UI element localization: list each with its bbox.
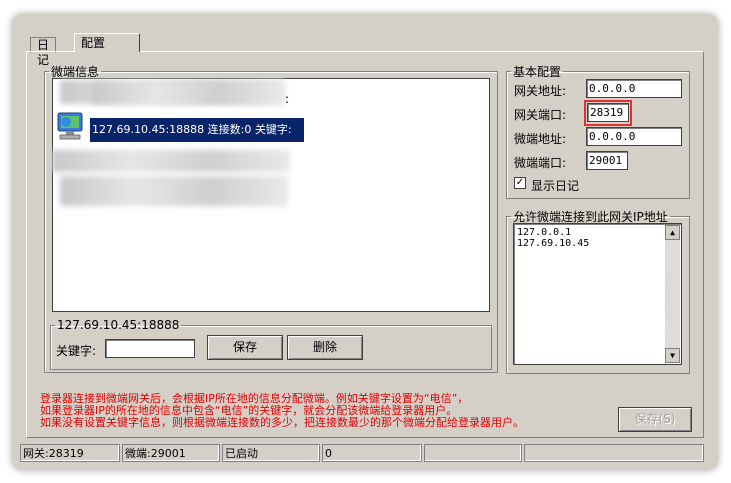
basic-config-legend: 基本配置 <box>513 65 562 79</box>
scroll-down-icon[interactable]: ▼ <box>665 348 680 363</box>
micro-address-label: 微端地址: <box>514 132 567 146</box>
allowed-ips-textarea[interactable]: 127.0.0.1 127.69.10.45 ▲ ▼ <box>513 223 682 365</box>
note-line-3: 如果没有设置关键字信息，则根据微端连接数的多少，把连接数最少的那个微端分配给登录… <box>40 416 524 429</box>
show-log-label: 显示日记 <box>531 179 580 193</box>
computer-icon <box>57 112 83 140</box>
blurred-list-item[interactable] <box>52 150 290 172</box>
micro-port-label: 微端端口: <box>514 156 567 170</box>
tab-config[interactable]: 配置 <box>74 33 140 52</box>
keyword-label: 关键字: <box>56 344 97 358</box>
status-state: 已启动 <box>222 444 320 462</box>
status-micro: 微端:29001 <box>122 444 220 462</box>
status-empty-2 <box>524 444 704 462</box>
status-gateway: 网关:28319 <box>20 444 120 462</box>
micro-list-selected-item[interactable]: 127.69.10.45:18888 连接数:0 关键字: <box>90 118 304 142</box>
micro-address-input[interactable]: 0.0.0.0 <box>586 127 682 146</box>
status-empty-1 <box>424 444 522 462</box>
blurred-list-item-text <box>92 82 284 104</box>
gateway-address-input[interactable]: 0.0.0.0 <box>586 79 682 98</box>
status-count: 0 <box>322 444 422 462</box>
allowed-ip-line: 127.0.0.1 <box>517 227 572 238</box>
gateway-port-label: 网关端口: <box>514 108 567 122</box>
list-item-colon: : <box>285 92 290 106</box>
blurred-list-item[interactable] <box>60 176 288 206</box>
save-keyword-button[interactable]: 保存 <box>207 335 283 360</box>
gateway-address-label: 网关地址: <box>514 84 567 98</box>
gateway-port-highlight <box>584 100 632 126</box>
delete-button[interactable]: 删除 <box>287 335 363 360</box>
micro-edit-legend: 127.69.10.45:18888 <box>57 318 180 332</box>
scroll-up-icon[interactable]: ▲ <box>665 225 680 240</box>
allowed-ip-line: 127.69.10.45 <box>517 238 590 249</box>
save-config-button[interactable]: 保存(S) <box>618 407 692 432</box>
show-log-checkbox[interactable]: ✓ <box>514 177 526 189</box>
keyword-input[interactable] <box>105 339 195 358</box>
ips-scrollbar[interactable]: ▲ ▼ <box>665 225 680 363</box>
micro-port-input[interactable]: 29001 <box>586 151 628 170</box>
